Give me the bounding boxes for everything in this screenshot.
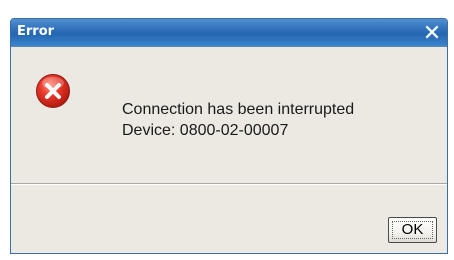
- ok-button-label: OK: [401, 221, 424, 238]
- error-message: Connection has been interrupted Device: …: [122, 99, 354, 141]
- message-line-device: Device: 0800-02-00007: [122, 122, 289, 139]
- error-icon: [35, 73, 71, 109]
- dialog-title: Error: [17, 24, 55, 39]
- separator: [11, 183, 447, 185]
- close-icon[interactable]: [421, 22, 443, 42]
- message-line-connection: Connection has been interrupted: [122, 101, 355, 118]
- dialog-content: Connection has been interrupted Device: …: [11, 47, 447, 183]
- error-dialog: Error Connection has been interrupted De…: [10, 18, 448, 254]
- ok-button[interactable]: OK: [388, 217, 437, 243]
- title-bar[interactable]: Error: [11, 19, 447, 47]
